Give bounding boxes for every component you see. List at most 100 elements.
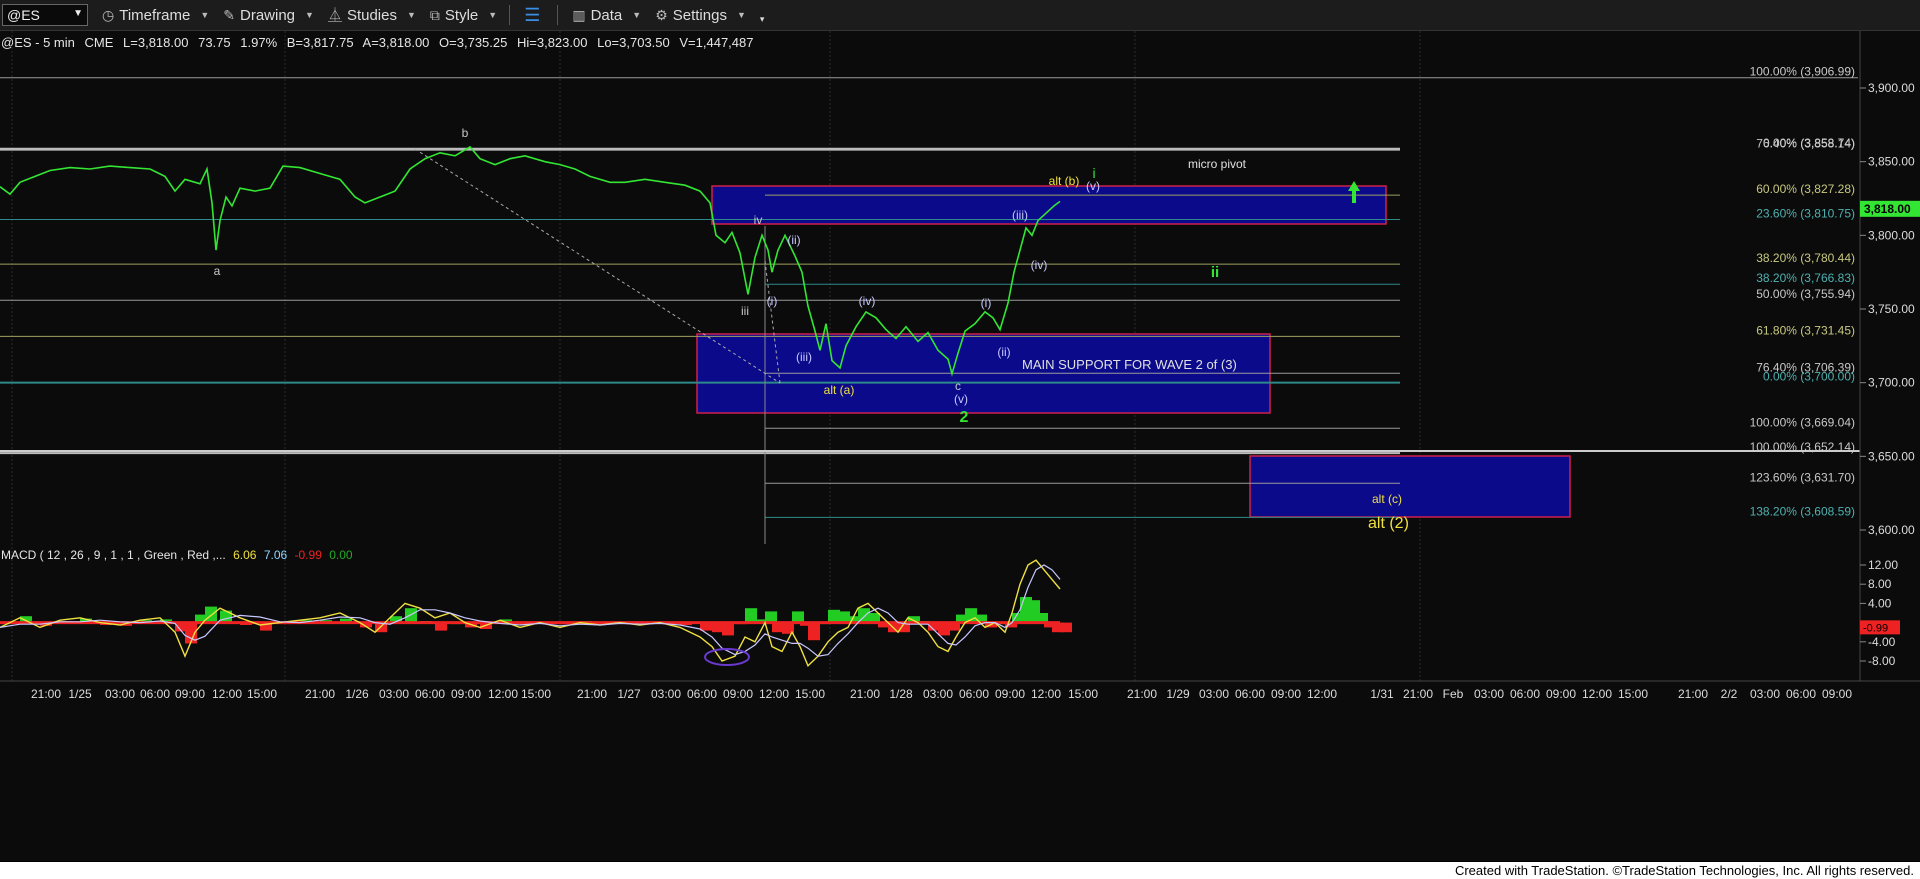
wave-label: (ii) bbox=[997, 345, 1010, 359]
copyright-text: Created with TradeStation. ©TradeStation… bbox=[1454, 863, 1914, 878]
time-axis-label: 12:00 bbox=[1582, 687, 1612, 701]
fib-level-label: 123.60% (3,631.70) bbox=[1750, 470, 1855, 484]
caret-down-icon: ▾ bbox=[759, 13, 765, 24]
dropdown-arrow-icon: ▼ bbox=[73, 8, 83, 19]
current-price-label: 3,818.00 bbox=[1864, 202, 1911, 216]
macd-histogram-bar bbox=[792, 611, 804, 623]
time-axis-label: 21:00 bbox=[305, 687, 335, 701]
settings-label: Settings bbox=[672, 6, 727, 24]
macd-histogram-bar bbox=[722, 622, 734, 636]
alt-c-zone bbox=[1249, 455, 1571, 518]
layout-icon: ☰ bbox=[524, 4, 541, 25]
time-axis-label: 03:00 bbox=[1750, 687, 1780, 701]
wave-label: a bbox=[214, 264, 221, 278]
caret-down-icon: ▼ bbox=[407, 10, 416, 20]
header-low: Lo=3,703.50 bbox=[597, 35, 670, 50]
wave-label: (iv) bbox=[859, 294, 876, 308]
macd-tick-label: 8.00 bbox=[1868, 577, 1892, 591]
macd-signal-value: 7.06 bbox=[264, 548, 288, 562]
style-menu[interactable]: ⧉ Style ▼ bbox=[430, 7, 497, 24]
time-axis-label: 03:00 bbox=[923, 687, 953, 701]
symbol-text: @ES bbox=[7, 7, 40, 23]
macd-tick-label: -8.00 bbox=[1868, 654, 1896, 668]
fib-level-label: 38.20% (3,780.44) bbox=[1756, 251, 1855, 265]
time-axis-label: 12:00 bbox=[1307, 687, 1337, 701]
price-tick-label: 3,650.00 bbox=[1868, 449, 1915, 463]
fib-level-label: 100.00% (3,669.04) bbox=[1750, 415, 1855, 429]
time-axis-label: 09:00 bbox=[1271, 687, 1301, 701]
price-tick-label: 3,850.00 bbox=[1868, 155, 1915, 169]
price-tick-label: 3,900.00 bbox=[1868, 81, 1915, 95]
wave-label: (iv) bbox=[1031, 258, 1048, 272]
time-axis-label: 21:00 bbox=[31, 687, 61, 701]
fib-level-label: 60.00% (3,827.28) bbox=[1756, 182, 1855, 196]
studies-menu[interactable]: ⏅ Studies ▼ bbox=[328, 5, 416, 25]
wave-label: alt (a) bbox=[824, 383, 855, 397]
wave-label: iv bbox=[754, 213, 763, 227]
alt-2-label: alt (2) bbox=[1368, 515, 1409, 532]
time-axis-label: 1/26 bbox=[345, 687, 369, 701]
data-menu[interactable]: ▥ Data ▼ bbox=[572, 7, 641, 24]
time-axis-label: 15:00 bbox=[1618, 687, 1648, 701]
wave-label: (iii) bbox=[796, 350, 812, 364]
toolbar-separator bbox=[509, 5, 511, 25]
time-axis-label: 09:00 bbox=[1546, 687, 1576, 701]
wave-label: alt (b) bbox=[1049, 174, 1080, 188]
header-open: O=3,735.25 bbox=[439, 35, 507, 50]
timeframe-menu[interactable]: ◷ Timeframe ▼ bbox=[102, 7, 209, 24]
main-support-label: MAIN SUPPORT FOR WAVE 2 of (3) bbox=[1022, 357, 1237, 372]
header-change: 73.75 bbox=[198, 35, 231, 50]
toolbar-separator bbox=[557, 5, 559, 25]
symbol-selector[interactable]: @ES ▼ bbox=[2, 4, 88, 26]
macd-histogram-bar bbox=[808, 622, 820, 641]
time-axis-label: 21:00 bbox=[577, 687, 607, 701]
wave-label: b bbox=[462, 126, 469, 140]
price-tick-label: 3,600.00 bbox=[1868, 523, 1915, 537]
time-axis-label: 15:00 bbox=[247, 687, 277, 701]
fib-level-label: 23.60% (3,810.75) bbox=[1756, 206, 1855, 220]
fib-level-label: 0.00% (3,700.00) bbox=[1763, 370, 1855, 384]
alt-c-label: alt (c) bbox=[1372, 492, 1402, 506]
header-symbol: @ES - 5 min bbox=[1, 35, 75, 50]
settings-menu[interactable]: ⚙ Settings ▼ bbox=[655, 7, 746, 24]
wave-label: c bbox=[955, 379, 961, 393]
time-axis-label: 09:00 bbox=[175, 687, 205, 701]
drawing-label: Drawing bbox=[240, 6, 296, 24]
fib-level-label: 138.20% (3,608.59) bbox=[1750, 504, 1855, 518]
time-axis-label: 06:00 bbox=[1510, 687, 1540, 701]
time-axis-label: 03:00 bbox=[651, 687, 681, 701]
price-tick-label: 3,700.00 bbox=[1868, 376, 1915, 390]
time-axis-label: 09:00 bbox=[451, 687, 481, 701]
price-tick-label: 3,800.00 bbox=[1868, 228, 1915, 242]
time-axis-label: 06:00 bbox=[415, 687, 445, 701]
caret-down-icon: ▼ bbox=[305, 10, 314, 20]
time-axis-label: 06:00 bbox=[1786, 687, 1816, 701]
time-axis-label: 1/27 bbox=[617, 687, 641, 701]
time-axis-label: 09:00 bbox=[723, 687, 753, 701]
price-chart[interactable]: @ES - 5 min CME L=3,818.00 73.75 1.97% B… bbox=[0, 31, 1920, 861]
caret-down-icon: ▼ bbox=[488, 10, 498, 20]
time-axis-label: 03:00 bbox=[1474, 687, 1504, 701]
fib-level-label: 76.40% (3,858.14) bbox=[1756, 137, 1855, 151]
time-axis-label: Feb bbox=[1443, 687, 1464, 701]
header-bid: B=3,817.75 bbox=[287, 35, 354, 50]
drawing-menu[interactable]: ✎ Drawing ▼ bbox=[223, 7, 314, 24]
time-axis-label: 06:00 bbox=[1235, 687, 1265, 701]
time-axis-label: 1/29 bbox=[1166, 687, 1190, 701]
time-axis-label: 06:00 bbox=[687, 687, 717, 701]
time-axis-label: 12:00 bbox=[488, 687, 518, 701]
pencil-icon: ✎ bbox=[223, 6, 235, 23]
studies-icon: ⏅ bbox=[327, 7, 342, 23]
clock-icon: ◷ bbox=[102, 6, 115, 23]
current-macd-label: -0.99 bbox=[1863, 622, 1888, 634]
time-axis-label: 21:00 bbox=[1127, 687, 1157, 701]
wave-label: (v) bbox=[1086, 179, 1100, 193]
overflow-button[interactable]: ▾ bbox=[760, 6, 765, 25]
layout-button[interactable]: ☰ bbox=[524, 5, 545, 26]
time-axis-label: 12:00 bbox=[212, 687, 242, 701]
bar-chart-icon: ▥ bbox=[572, 6, 586, 23]
header-volume: V=1,447,487 bbox=[679, 35, 753, 50]
fib-level-label: 61.80% (3,731.45) bbox=[1756, 323, 1855, 337]
footer: Created with TradeStation. ©TradeStation… bbox=[0, 862, 1920, 879]
time-axis-label: 15:00 bbox=[521, 687, 551, 701]
